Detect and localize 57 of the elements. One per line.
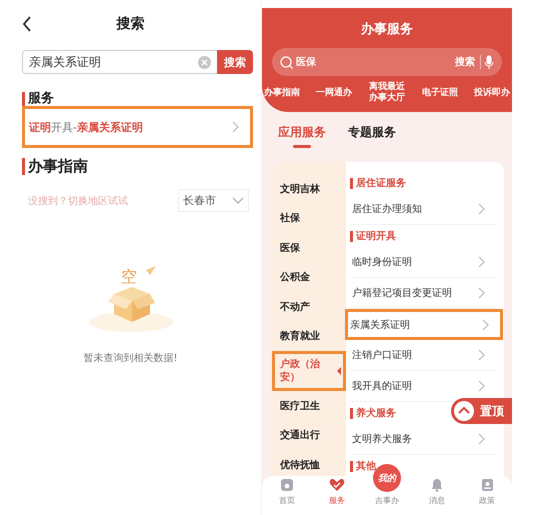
search-icon: [280, 56, 293, 68]
chevron-icon: [478, 203, 486, 215]
chevron-icon: [478, 349, 486, 361]
tab[interactable]: 应用服务: [278, 124, 326, 148]
region-dropdown[interactable]: 长春市: [178, 189, 249, 212]
quick-link[interactable]: 电子证照: [422, 88, 458, 98]
chevron-icon: [482, 318, 490, 330]
tab[interactable]: 专题服务: [348, 124, 396, 148]
service-item[interactable]: 居住证办理须知: [350, 194, 496, 225]
chevron-icon: [478, 380, 486, 392]
nav-item[interactable]: 服务: [317, 478, 357, 506]
chevron-icon: [232, 121, 240, 133]
region-hint: 没搜到？切换地区试试: [28, 194, 128, 208]
quick-link[interactable]: 投诉即办: [474, 88, 510, 98]
category-item[interactable]: 不动产: [272, 292, 346, 322]
search-field[interactable]: 医保: [296, 56, 452, 68]
section-heading: 居住证服务: [350, 178, 406, 188]
quick-link[interactable]: 一网通办: [316, 88, 352, 98]
search-field[interactable]: 亲属关系证明: [22, 50, 217, 74]
section-heading: 证明开具: [350, 230, 396, 242]
category-item[interactable]: 优待抚恤: [272, 450, 346, 480]
chevron-icon: [478, 433, 486, 445]
category-item[interactable]: 教育就业: [272, 322, 346, 351]
chevron-icon: [478, 287, 486, 299]
empty-box-drawing: 空: [86, 252, 176, 334]
clear-icon[interactable]: [198, 56, 211, 69]
category-item[interactable]: 交通出行: [272, 420, 346, 450]
service-item[interactable]: 注销户口证明: [350, 340, 496, 371]
category-item[interactable]: 医疗卫生: [272, 391, 346, 420]
service-item[interactable]: 亲属关系证明: [345, 309, 503, 340]
category-item[interactable]: 户政（治安）: [272, 351, 346, 391]
search-button[interactable]: 搜索: [217, 50, 253, 74]
category-item[interactable]: 社保: [272, 204, 346, 233]
service-item[interactable]: 户籍登记项目变更证明: [350, 278, 496, 309]
search-result[interactable]: 证明开具-亲属关系证明: [22, 106, 253, 148]
back-icon[interactable]: [22, 16, 32, 32]
page-title: 办事服务: [361, 22, 413, 37]
chevron-down-icon: [232, 197, 244, 204]
up-icon: [453, 400, 475, 422]
section-heading: 养犬服务: [350, 408, 396, 418]
nav-item[interactable]: 政策: [467, 478, 507, 506]
service-item[interactable]: 临时身份证明: [350, 247, 496, 278]
category-item[interactable]: 公积金: [272, 262, 346, 292]
page-title: 搜索: [116, 16, 144, 32]
bell-icon: [431, 478, 443, 492]
microphone-icon[interactable]: [484, 55, 494, 69]
chevron-icon: [478, 256, 486, 268]
quick-link[interactable]: 办事指南: [264, 88, 300, 98]
back-to-top-button[interactable]: 置顶: [451, 398, 512, 424]
nav-item[interactable]: 首页: [267, 478, 307, 506]
nav-item[interactable]: 消息: [417, 478, 457, 506]
section-heading: 服务: [22, 92, 54, 106]
quick-link[interactable]: 离我最近办事大厅: [368, 82, 406, 104]
category-item[interactable]: 医保: [272, 233, 346, 262]
section-heading: 办事指南: [22, 158, 88, 175]
empty-message: 暂未查询到相关数据!: [83, 353, 178, 364]
category-item[interactable]: 文明吉林: [272, 174, 346, 204]
